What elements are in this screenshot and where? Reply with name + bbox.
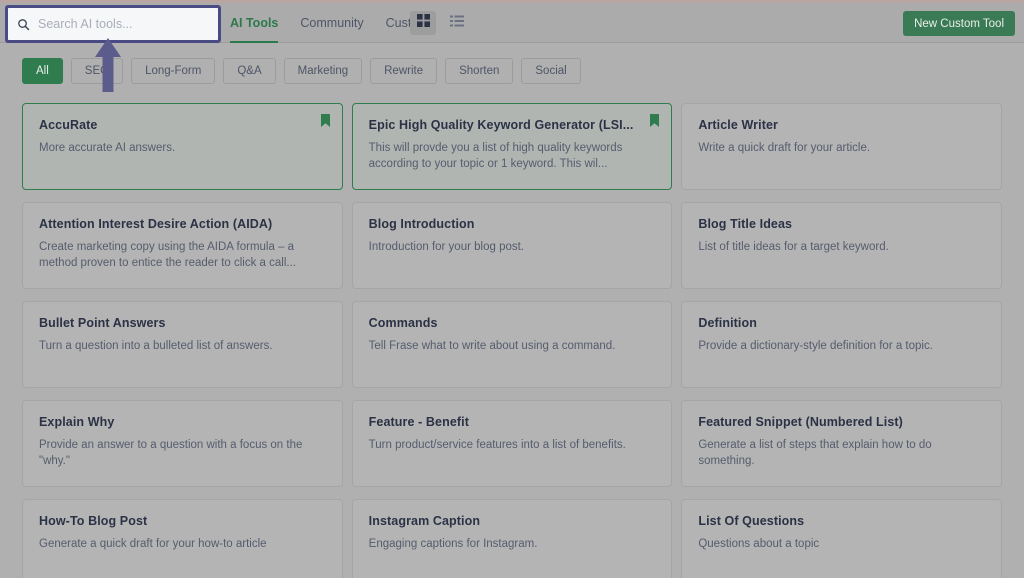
nav-item-ai-tools[interactable]: AI Tools bbox=[230, 3, 279, 43]
nav-item-label: AI Tools bbox=[230, 16, 279, 30]
filter-chip-social[interactable]: Social bbox=[521, 58, 581, 84]
tool-card-title: How-To Blog Post bbox=[39, 514, 148, 528]
tool-card-title: Commands bbox=[368, 316, 438, 330]
bookmark-icon[interactable] bbox=[650, 114, 660, 127]
tool-card-description: Introduction for your blog post. bbox=[368, 240, 524, 253]
tool-card-description: Turn product/service features into a lis… bbox=[368, 438, 626, 451]
tool-card-description: Provide an answer to a question with a f… bbox=[39, 438, 303, 468]
filter-chip-label: SEO bbox=[84, 65, 110, 77]
grid-view-button[interactable] bbox=[410, 11, 436, 35]
tool-card-title: Article Writer bbox=[698, 118, 778, 132]
tool-card-title: Definition bbox=[698, 316, 757, 330]
tool-card-title: AccuRate bbox=[39, 118, 98, 132]
tool-card-title: Instagram Caption bbox=[368, 514, 481, 528]
tool-card[interactable]: Epic High Quality Keyword Generator (LSI… bbox=[351, 103, 673, 190]
filter-chip-qa[interactable]: Q&A bbox=[223, 58, 276, 84]
search-input[interactable] bbox=[38, 17, 203, 31]
list-view-icon bbox=[450, 14, 464, 32]
tool-card-description: Generate a list of steps that explain ho… bbox=[698, 438, 932, 468]
app-header: AI Tools Community Custom bbox=[0, 3, 1024, 43]
filter-chip-all[interactable]: All bbox=[22, 58, 63, 84]
tool-card-title: Explain Why bbox=[39, 415, 115, 429]
tool-card-description: Provide a dictionary-style definition fo… bbox=[698, 339, 933, 352]
filter-chip-seo[interactable]: SEO bbox=[70, 58, 124, 84]
filter-chip-label: Social bbox=[535, 65, 567, 77]
tool-card-description: This will provde you a list of high qual… bbox=[368, 141, 623, 171]
tool-card[interactable]: Definition Provide a dictionary-style def… bbox=[681, 301, 1002, 388]
bookmark-icon[interactable] bbox=[320, 114, 330, 127]
tool-card-description: More accurate AI answers. bbox=[39, 141, 176, 154]
tool-card-description: Write a quick draft for your article. bbox=[698, 141, 871, 154]
search-container bbox=[5, 5, 221, 43]
tool-card-description: List of title ideas for a target keyword… bbox=[698, 240, 889, 253]
grid-view-icon bbox=[416, 14, 430, 32]
tool-card-title: Feature - Benefit bbox=[368, 415, 469, 429]
tool-card[interactable]: How-To Blog Post Generate a quick draft f… bbox=[22, 499, 343, 578]
tool-card[interactable]: Attention Interest Desire Action (AIDA) C… bbox=[22, 202, 343, 289]
tool-card-description: Tell Frase what to write about using a c… bbox=[368, 339, 616, 352]
tool-card[interactable]: List Of Questions Questions about a topic bbox=[681, 499, 1002, 578]
search-box[interactable] bbox=[8, 8, 218, 40]
tool-card[interactable]: Commands Tell Frase what to write about u… bbox=[351, 301, 673, 388]
view-toggle-group bbox=[410, 11, 470, 35]
tool-card[interactable]: AccuRate More accurate AI answers. bbox=[22, 103, 343, 190]
tool-card-title: Attention Interest Desire Action (AIDA) bbox=[39, 217, 273, 231]
tool-card[interactable]: Blog Title Ideas List of title ideas for … bbox=[681, 202, 1002, 289]
tool-card-description: Generate a quick draft for your how-to a… bbox=[39, 537, 267, 550]
filter-chip-long-form[interactable]: Long-Form bbox=[131, 58, 216, 84]
filter-chip-label: Q&A bbox=[237, 65, 262, 77]
tool-card-title: Featured Snippet (Numbered List) bbox=[698, 415, 903, 429]
tool-card-description: Questions about a topic bbox=[698, 537, 820, 550]
tool-card-title: List Of Questions bbox=[698, 514, 805, 528]
tool-card[interactable]: Instagram Caption Engaging captions for I… bbox=[351, 499, 673, 578]
tool-card[interactable]: Featured Snippet (Numbered List) Generate… bbox=[681, 400, 1002, 487]
primary-nav: AI Tools Community Custom bbox=[230, 3, 429, 43]
filter-chip-label: Rewrite bbox=[384, 65, 424, 77]
filter-chip-label: Marketing bbox=[297, 65, 349, 77]
new-custom-tool-button[interactable]: New Custom Tool bbox=[903, 11, 1015, 36]
tool-card-title: Bullet Point Answers bbox=[39, 316, 166, 330]
tool-card[interactable]: Feature - Benefit Turn product/service fe… bbox=[351, 400, 673, 487]
tool-card[interactable]: Article Writer Write a quick draft for yo… bbox=[681, 103, 1002, 190]
tool-card-title: Blog Title Ideas bbox=[698, 217, 793, 231]
search-icon bbox=[17, 18, 30, 31]
filter-chip-group: All SEO Long-Form Q&A Marketing Rewrite … bbox=[22, 58, 581, 84]
nav-item-label: Community bbox=[300, 16, 364, 30]
filter-chip-label: Shorten bbox=[459, 65, 500, 77]
list-view-button[interactable] bbox=[444, 11, 470, 35]
filter-chip-shorten[interactable]: Shorten bbox=[445, 58, 514, 84]
tool-card-grid: AccuRate More accurate AI answers. Epic Hi… bbox=[22, 103, 1002, 578]
filter-chip-label: Long-Form bbox=[145, 65, 202, 77]
app-root: AI Tools Community Custom bbox=[0, 0, 1024, 578]
tool-card[interactable]: Bullet Point Answers Turn a question into… bbox=[22, 301, 343, 388]
tool-card[interactable]: Blog Introduction Introduction for your b… bbox=[351, 202, 673, 289]
tool-card[interactable]: Explain Why Provide an answer to a questi… bbox=[22, 400, 343, 487]
tool-card-title: Epic High Quality Keyword Generator (LSI… bbox=[368, 118, 634, 132]
tool-card-description: Turn a question into a bulleted list of … bbox=[39, 339, 273, 352]
filter-chip-marketing[interactable]: Marketing bbox=[283, 58, 363, 84]
tool-card-description: Create marketing copy using the AIDA for… bbox=[39, 240, 296, 270]
filter-chip-label: All bbox=[36, 65, 49, 77]
nav-item-community[interactable]: Community bbox=[300, 3, 363, 43]
tool-card-description: Engaging captions for Instagram. bbox=[368, 537, 538, 550]
filter-chip-rewrite[interactable]: Rewrite bbox=[370, 58, 438, 84]
tool-card-title: Blog Introduction bbox=[368, 217, 475, 231]
